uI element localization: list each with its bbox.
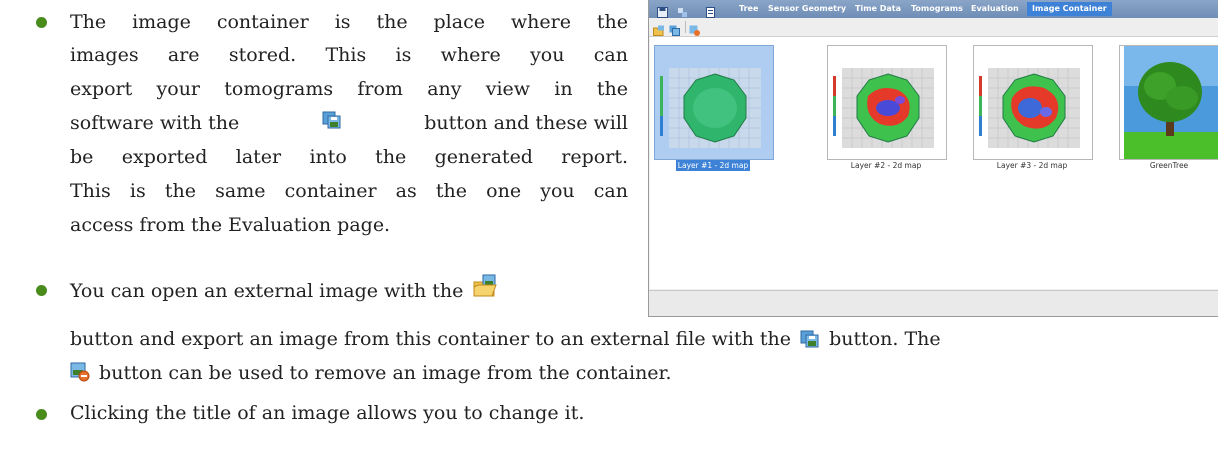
p1-line-4a: software with the <box>70 112 240 134</box>
image-title-3[interactable]: Layer #3 - 2d map <box>973 161 1091 171</box>
image-thumb-1[interactable] <box>654 45 774 160</box>
status-bar <box>649 290 1218 316</box>
report-icon[interactable] <box>705 3 716 18</box>
p2-text-d: button can be used to remove an image fr… <box>99 362 672 384</box>
image-thumb-3[interactable] <box>973 45 1093 160</box>
export-image-icon[interactable] <box>669 21 680 36</box>
p1-line-3: export your tomograms from any view in t… <box>70 78 628 100</box>
tab-image-container[interactable]: Image Container <box>1027 2 1112 16</box>
app-tab-bar: Tree Sensor Geometry Time Data Tomograms… <box>649 0 1218 18</box>
image-thumb-4[interactable] <box>1119 45 1218 160</box>
image-toolbar <box>649 18 1218 37</box>
remove-image-icon <box>70 361 90 382</box>
p2-line-3: button can be used to remove an image fr… <box>70 358 672 388</box>
tab-sensor-geometry[interactable]: Sensor Geometry <box>768 3 846 15</box>
p1-line-7: access from the Evaluation page. <box>70 214 391 236</box>
bullet-3 <box>36 409 47 420</box>
p1-line-5: be exported later into the generated rep… <box>70 146 628 168</box>
tree-view-icon[interactable] <box>677 3 688 17</box>
p2-line-1: You can open an external image with the <box>70 274 501 306</box>
export-image-icon-2 <box>800 327 820 348</box>
tab-evaluation[interactable]: Evaluation <box>971 3 1019 15</box>
p2-text-a: You can open an external image with the <box>70 280 464 302</box>
tab-tomograms[interactable]: Tomograms <box>911 3 963 15</box>
export-image-icon <box>322 108 342 129</box>
image-container-screenshot: Tree Sensor Geometry Time Data Tomograms… <box>648 0 1218 317</box>
document-page: The image container is the place where t… <box>0 0 1218 475</box>
p1-line-2: images are stored. This is where you can <box>70 44 628 66</box>
p1-line-4: software with the button and these will <box>70 108 628 138</box>
remove-image-icon[interactable] <box>689 21 700 36</box>
open-image-icon[interactable] <box>653 21 664 36</box>
image-title-4[interactable]: GreenTree <box>1119 161 1218 171</box>
tab-tree[interactable]: Tree <box>739 3 758 15</box>
bullet-1 <box>36 17 47 28</box>
p3-line-1: Clicking the title of an image allows yo… <box>70 402 585 424</box>
open-image-icon <box>472 274 498 298</box>
p1-line-4b: button and these will <box>424 112 628 134</box>
p2-text-b: button and export an image from this con… <box>70 328 791 350</box>
tab-time-data[interactable]: Time Data <box>855 3 901 15</box>
p2-line-2: button and export an image from this con… <box>70 324 1218 354</box>
toolbar-separator <box>685 21 686 33</box>
bullet-2 <box>36 285 47 296</box>
p1-line-6: This is the same container as the one yo… <box>70 180 628 202</box>
p1-line-1: The image container is the place where t… <box>70 11 628 33</box>
image-title-1[interactable]: Layer #1 - 2d map <box>654 160 772 171</box>
image-thumb-2[interactable] <box>827 45 947 160</box>
image-title-2[interactable]: Layer #2 - 2d map <box>827 161 945 171</box>
image-gallery: Layer #1 - 2d map Layer #2 - 2d map Laye… <box>650 37 1218 289</box>
save-icon[interactable] <box>657 3 668 18</box>
p2-text-c: button. The <box>829 328 941 350</box>
